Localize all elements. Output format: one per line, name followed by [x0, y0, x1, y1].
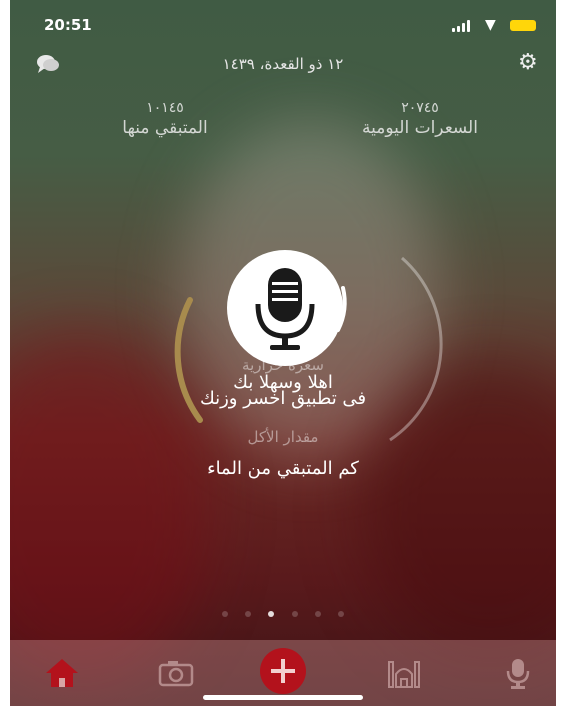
tab-bar	[10, 640, 556, 706]
page-indicator[interactable]	[10, 602, 556, 621]
home-icon[interactable]	[42, 656, 82, 690]
home-indicator[interactable]	[203, 695, 363, 700]
app-screen: 20:51 ▼ ١٢ ذو القعدة، ١٤٣٩ ⚙ ١٠١٤٥ المتب…	[10, 0, 556, 706]
page-dot	[291, 611, 298, 617]
page-dot	[314, 611, 321, 617]
mosque-icon[interactable]	[384, 656, 424, 690]
water-question: كم المتبقي من الماء	[207, 458, 359, 479]
camera-icon[interactable]	[156, 656, 196, 690]
add-button[interactable]	[258, 646, 308, 696]
microphone-icon[interactable]	[498, 656, 538, 690]
page-dot	[245, 611, 252, 617]
welcome-line-2: فى تطبيق اخسر وزنك	[199, 388, 367, 409]
page-dot-active	[268, 611, 275, 617]
food-amount-label: مقدار الأكل	[247, 428, 319, 446]
page-dot	[222, 611, 229, 617]
page-dot	[337, 611, 344, 617]
